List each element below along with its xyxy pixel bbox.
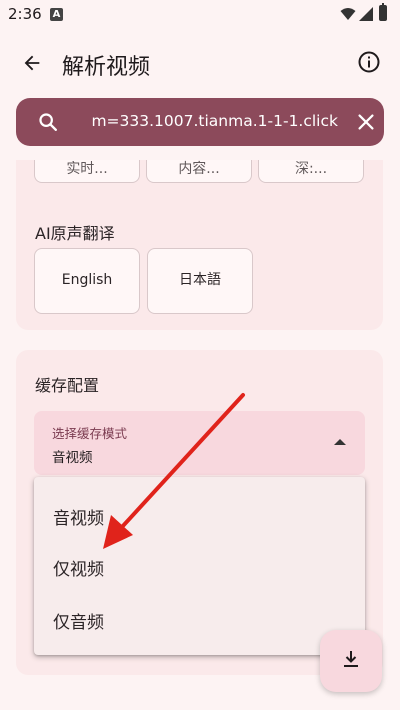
cache-mode-select[interactable]: 选择缓存模式 音视频 xyxy=(34,411,365,475)
dropdown-item-audio-video-label: 音视频 xyxy=(53,509,104,529)
search-icon xyxy=(39,113,57,131)
info-button[interactable] xyxy=(354,47,384,77)
chip-option-1[interactable]: 实时... xyxy=(34,160,140,183)
cache-mode-select-value: 音视频 xyxy=(52,450,93,466)
close-icon[interactable] xyxy=(355,111,377,133)
ai-translation-label: AI原声翻译 xyxy=(35,224,115,243)
language-chip-japanese-label: 日本語 xyxy=(179,272,221,288)
search-input[interactable]: m=333.1007.tianma.1-1-1.click xyxy=(80,112,338,130)
wifi-icon xyxy=(340,8,356,20)
cache-mode-dropdown: 音视频 仅视频 仅音频 xyxy=(34,477,365,655)
chip-option-1-label: 实时... xyxy=(66,161,108,177)
chip-option-3[interactable]: 深:... xyxy=(258,160,364,183)
app-notification-icon: A xyxy=(50,8,63,21)
back-button[interactable] xyxy=(14,45,50,81)
language-chip-english-label: English xyxy=(61,272,113,288)
language-chip-japanese[interactable]: 日本語 xyxy=(147,248,253,314)
url-search-bar[interactable]: m=333.1007.tianma.1-1-1.click xyxy=(16,98,384,146)
signal-icon xyxy=(359,7,373,21)
dropdown-item-audio-video[interactable]: 音视频 xyxy=(34,489,365,541)
caret-up-icon[interactable] xyxy=(334,439,346,445)
cache-config-title: 缓存配置 xyxy=(35,376,100,395)
language-chip-english[interactable]: English xyxy=(34,248,140,314)
dropdown-item-audio-only[interactable]: 仅音频 xyxy=(34,593,365,645)
chip-option-2[interactable]: 内容... xyxy=(146,160,252,183)
status-time: 2:36 xyxy=(8,5,42,23)
download-icon xyxy=(344,651,358,667)
dropdown-item-video-only-label: 仅视频 xyxy=(53,560,104,580)
battery-icon xyxy=(379,3,387,21)
search-input-value: m=333.1007.tianma.1-1-1.click xyxy=(91,112,338,130)
translation-card: 实时... 内容... 深:... AI原声翻译 English 日本語 xyxy=(16,160,383,330)
chip-option-3-label: 深:... xyxy=(294,161,328,177)
status-bar: 2:36 A xyxy=(0,0,400,30)
download-button[interactable] xyxy=(320,630,382,692)
arrow-back-icon xyxy=(24,55,40,71)
chip-option-2-label: 内容... xyxy=(178,161,220,177)
top-app-bar: 解析视频 xyxy=(0,30,400,96)
cache-mode-select-label: 选择缓存模式 xyxy=(52,426,128,441)
dropdown-item-video-only[interactable]: 仅视频 xyxy=(34,540,365,592)
info-icon xyxy=(358,51,380,73)
dropdown-item-audio-only-label: 仅音频 xyxy=(53,613,104,633)
page-title: 解析视频 xyxy=(62,55,151,80)
